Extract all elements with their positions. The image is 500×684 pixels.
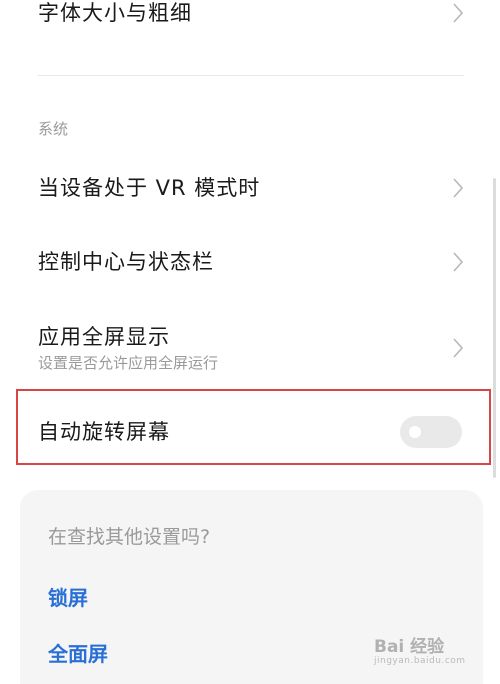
chevron-right-icon (453, 3, 464, 23)
row-text: 控制中心与状态栏 (38, 248, 214, 276)
row-text: 当设备处于 VR 模式时 (38, 174, 260, 202)
row-title: 字体大小与粗细 (38, 1, 192, 25)
settings-row-fullscreen-apps[interactable]: 应用全屏显示 设置是否允许应用全屏运行 (0, 320, 500, 376)
settings-screen: 字体大小与粗细 系统 当设备处于 VR 模式时 控制中心与状态栏 应用全屏显示 … (0, 0, 500, 684)
row-text: 自动旋转屏幕 (38, 418, 170, 446)
row-title: 应用全屏显示 (38, 325, 170, 349)
watermark-brand: Bai 经验 (374, 637, 445, 657)
scrollbar[interactable] (493, 178, 496, 478)
row-subtitle: 设置是否允许应用全屏运行 (38, 354, 219, 372)
divider (38, 75, 464, 76)
auto-rotate-toggle[interactable] (400, 416, 462, 448)
settings-row-control-center[interactable]: 控制中心与状态栏 (0, 242, 500, 282)
row-title: 自动旋转屏幕 (38, 420, 170, 444)
toggle-knob (409, 426, 421, 438)
row-title: 当设备处于 VR 模式时 (38, 176, 261, 200)
watermark-url: jingyan.baidu.com (374, 656, 466, 666)
row-text: 应用全屏显示 设置是否允许应用全屏运行 (38, 323, 218, 373)
section-label-system: 系统 (38, 120, 69, 138)
row-title: 控制中心与状态栏 (38, 250, 214, 274)
settings-row-auto-rotate[interactable]: 自动旋转屏幕 (0, 412, 500, 452)
settings-row-font-size[interactable]: 字体大小与粗细 (0, 0, 500, 30)
baidu-jingyan-watermark: Bai 经验 jingyan.baidu.com (374, 630, 474, 672)
chevron-right-icon (453, 252, 464, 272)
chevron-right-icon (453, 338, 464, 358)
row-text: 字体大小与粗细 (38, 0, 192, 27)
suggestion-link-lock-screen[interactable]: 锁屏 (48, 582, 88, 611)
suggestion-link-full-screen[interactable]: 全面屏 (48, 638, 108, 667)
chevron-right-icon (453, 178, 464, 198)
suggestions-title: 在查找其他设置吗? (48, 526, 211, 548)
settings-row-vr-mode[interactable]: 当设备处于 VR 模式时 (0, 168, 500, 208)
